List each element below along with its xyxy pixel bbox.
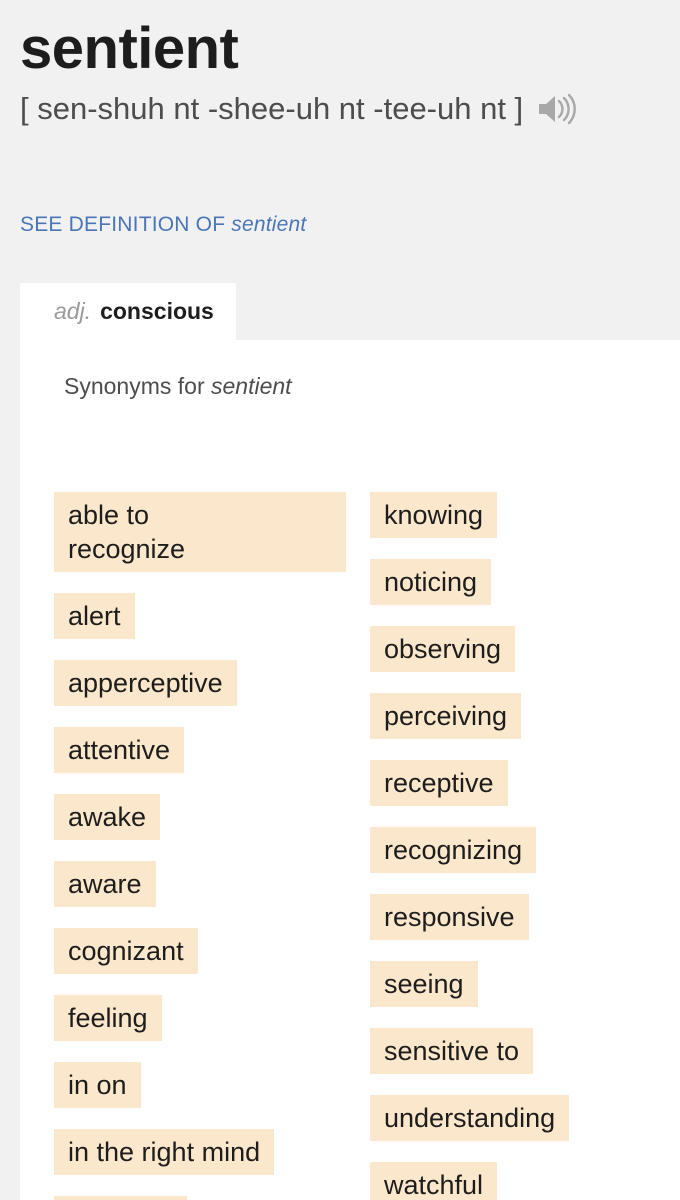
synonyms-column-left: able to recognize alert apperceptive att… [54, 492, 364, 1200]
pronunciation-row: [ sen-shuh nt -shee-uh nt -tee-uh nt ] [20, 88, 632, 129]
synonym-chip[interactable]: receptive [370, 760, 508, 806]
synonym-chip[interactable]: seeing [370, 961, 478, 1007]
see-definition-word: sentient [231, 213, 307, 236]
synonyms-heading-prefix: Synonyms for [64, 373, 211, 399]
see-definition-link[interactable]: SEE DEFINITION OF sentient [20, 212, 306, 238]
synonym-chip[interactable]: informed [54, 1196, 188, 1200]
synonym-chip[interactable]: apperceptive [54, 660, 237, 706]
headword: sentient [20, 16, 239, 81]
speaker-icon[interactable] [537, 93, 577, 125]
synonyms-heading-word: sentient [211, 373, 292, 399]
synonym-chip[interactable]: cognizant [54, 928, 198, 974]
synonym-chip[interactable]: aware [54, 861, 156, 907]
synonym-chip[interactable]: in on [54, 1062, 141, 1108]
synonym-chip[interactable]: recognizing [370, 827, 537, 873]
synonym-chip[interactable]: observing [370, 626, 516, 672]
synonym-chip[interactable]: able to recognize [54, 492, 346, 572]
synonyms-card-body: Synonyms for sentient able to recognize … [20, 340, 680, 1200]
synonym-chip[interactable]: knowing [370, 492, 498, 538]
thesaurus-entry-page: sentient [ sen-shuh nt -shee-uh nt -tee-… [0, 0, 680, 1200]
part-of-speech-label: adj. [54, 298, 92, 324]
pronunciation-text: [ sen-shuh nt -shee-uh nt -tee-uh nt ] [20, 91, 524, 126]
synonym-chip[interactable]: understanding [370, 1095, 570, 1141]
synonym-chip[interactable]: attentive [54, 727, 185, 773]
synonym-chip[interactable]: sensitive to [370, 1028, 534, 1074]
synonyms-card: adj. conscious Synonyms for sentient abl… [20, 283, 680, 1200]
synonym-chip[interactable]: responsive [370, 894, 529, 940]
synonym-chip[interactable]: perceiving [370, 693, 522, 739]
synonym-chip[interactable]: awake [54, 794, 161, 840]
synonyms-column-right: knowing noticing observing perceiving re… [370, 492, 670, 1200]
sense-label: conscious [100, 298, 214, 324]
tab-adj-conscious[interactable]: adj. conscious [20, 283, 236, 340]
synonym-chip[interactable]: alert [54, 593, 135, 639]
synonym-chip[interactable]: feeling [54, 995, 162, 1041]
synonym-chip[interactable]: in the right mind [54, 1129, 275, 1175]
entry-header: sentient [ sen-shuh nt -shee-uh nt -tee-… [0, 0, 680, 283]
see-definition-label: SEE DEFINITION OF [20, 213, 232, 236]
part-of-speech-tab-strip: adj. conscious [20, 283, 680, 340]
synonyms-heading: Synonyms for sentient [64, 372, 680, 400]
synonym-chip[interactable]: watchful [370, 1162, 498, 1200]
synonym-chip[interactable]: noticing [370, 559, 492, 605]
